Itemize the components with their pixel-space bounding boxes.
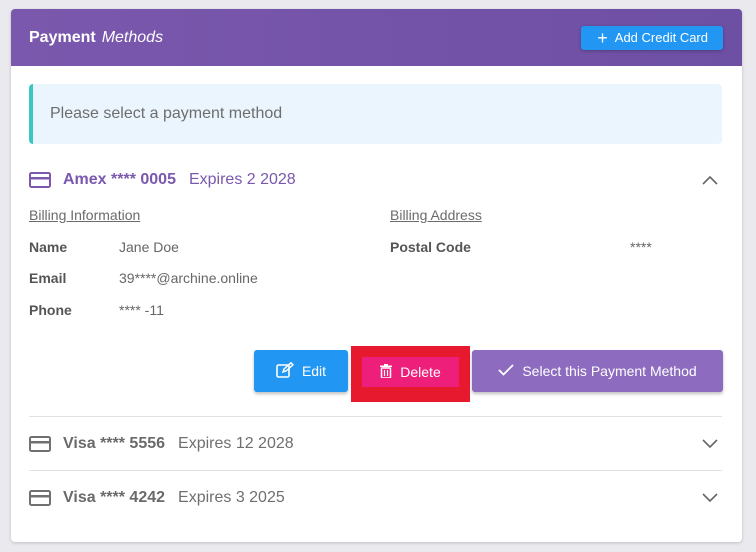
select-notice: Please select a payment method: [29, 84, 722, 144]
email-value: 39****@archine.online: [119, 270, 258, 286]
method-brand: Amex **** 0005: [63, 171, 176, 188]
name-label: Name: [29, 239, 68, 255]
edit-button[interactable]: Edit: [254, 350, 348, 392]
postal-code-value: ****: [630, 239, 652, 255]
method-brand: Visa **** 4242: [63, 488, 166, 506]
notice-text: Please select a payment method: [50, 105, 283, 122]
select-payment-method-label: Select this Payment Method: [522, 363, 697, 379]
add-credit-card-label: Add Credit Card: [614, 30, 708, 45]
phone-value: **** -11: [119, 302, 164, 318]
postal-code-label: Postal Code: [390, 239, 471, 255]
edit-icon: [276, 361, 295, 381]
page-title: Payment Methods: [29, 29, 163, 47]
name-value: Jane Doe: [119, 239, 179, 255]
email-label: Email: [29, 270, 67, 286]
title-bold: Payment: [29, 28, 96, 46]
credit-card-icon: [29, 489, 51, 506]
phone-label: Phone: [29, 302, 72, 318]
edit-label: Edit: [301, 363, 327, 379]
billing-address-heading: Billing Address: [390, 207, 482, 223]
payment-method-amex[interactable]: Amex **** 0005 Expires 2 2028: [29, 153, 722, 207]
chevron-up-icon[interactable]: [700, 170, 720, 190]
trash-icon: [380, 363, 393, 381]
method-brand: Visa **** 5556: [63, 434, 166, 452]
chevron-down-icon[interactable]: [700, 488, 720, 508]
delete-label: Delete: [400, 364, 441, 380]
payment-method-visa-4242[interactable]: Visa **** 4242 Expires 3 2025: [29, 470, 722, 524]
delete-button[interactable]: Delete: [362, 357, 459, 387]
method-expires: Expires 3 2025: [178, 488, 285, 506]
method-expires: Expires 12 2028: [178, 434, 294, 452]
chevron-down-icon[interactable]: [700, 434, 720, 454]
method-expires: Expires 2 2028: [188, 171, 296, 188]
payment-method-visa-5556[interactable]: Visa **** 5556 Expires 12 2028: [29, 416, 722, 470]
check-icon: [498, 363, 514, 379]
add-credit-card-button[interactable]: + Add Credit Card: [581, 25, 723, 50]
select-payment-method-button[interactable]: Select this Payment Method: [472, 350, 723, 392]
card-header: Payment Methods + Add Credit Card: [11, 9, 742, 66]
title-italic: Methods: [101, 28, 164, 46]
payment-methods-card: Payment Methods + Add Credit Card Please…: [11, 9, 742, 542]
credit-card-icon: [29, 172, 51, 188]
billing-information-heading: Billing Information: [29, 207, 141, 223]
plus-icon: +: [597, 27, 608, 48]
credit-card-icon: [29, 435, 51, 452]
